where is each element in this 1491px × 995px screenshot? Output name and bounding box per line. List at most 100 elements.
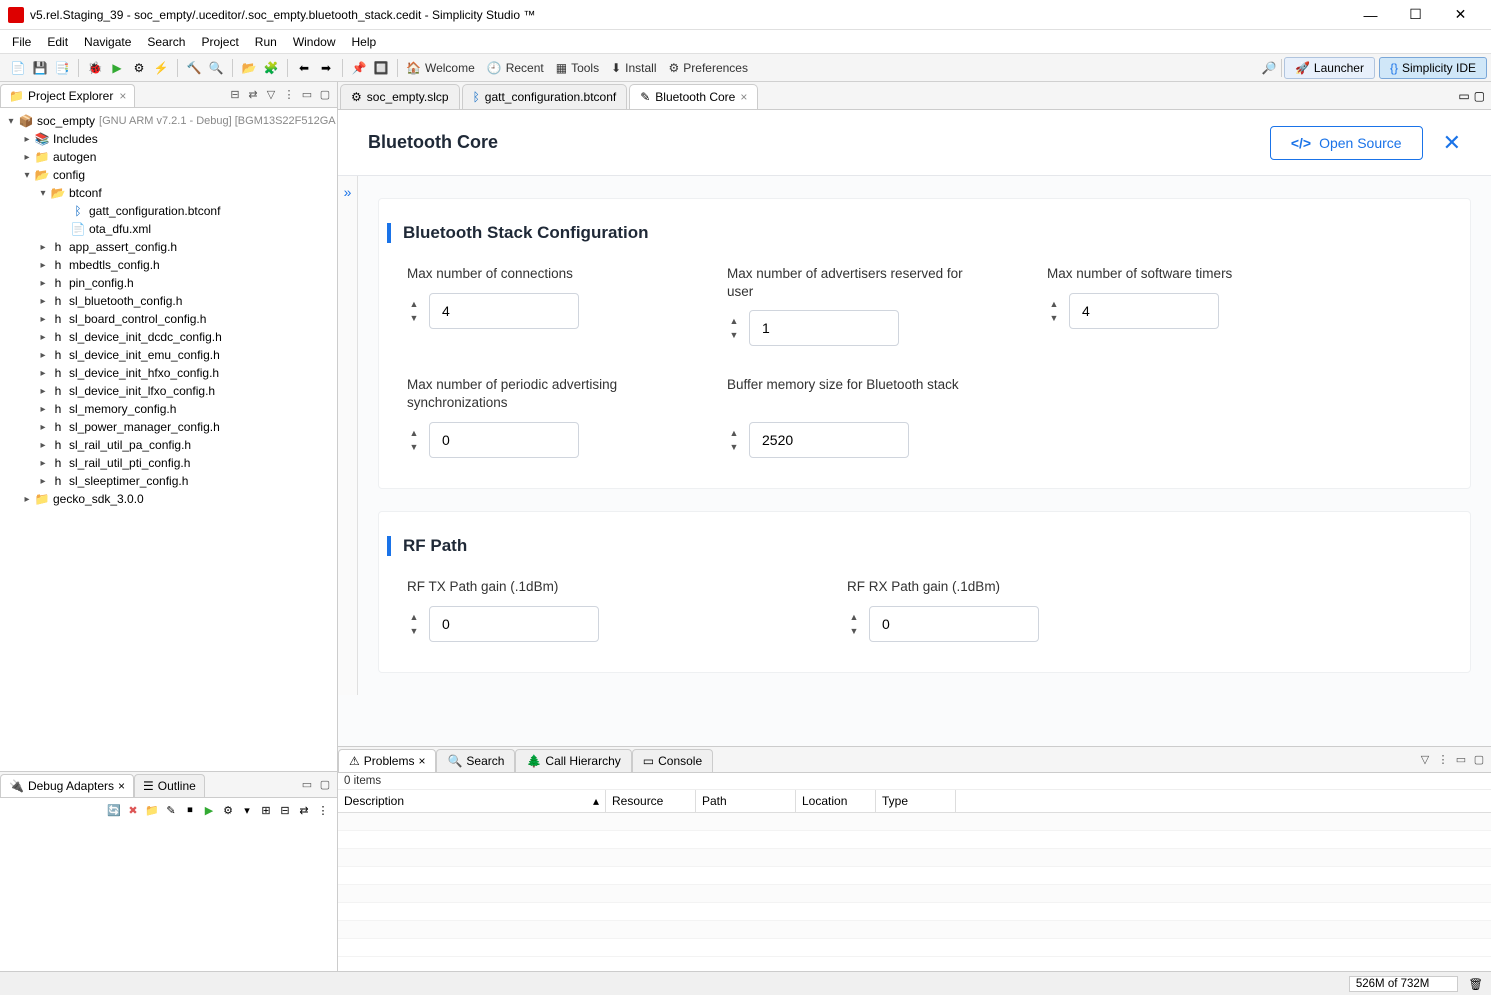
col-resource[interactable]: Resource <box>606 790 696 812</box>
edit-icon[interactable]: ✎ <box>163 802 179 818</box>
col-description[interactable]: Description ▴ <box>338 790 606 812</box>
filter-icon[interactable]: ▽ <box>263 87 279 103</box>
decrement-icon[interactable]: ▼ <box>847 624 861 638</box>
table-row[interactable] <box>338 939 1491 957</box>
quick-access-icon[interactable]: 🔎 <box>1259 58 1279 78</box>
stop-icon[interactable]: ⏹ <box>182 802 198 818</box>
max-periodic-input[interactable] <box>429 422 579 458</box>
tree-item[interactable]: sl_device_init_emu_config.h <box>69 348 220 362</box>
increment-icon[interactable]: ▲ <box>727 426 741 440</box>
table-row[interactable] <box>338 831 1491 849</box>
search-icon[interactable]: 🔍 <box>206 58 226 78</box>
debug-icon[interactable]: 🐞 <box>85 58 105 78</box>
folder-icon[interactable]: 📁 <box>144 802 160 818</box>
rf-tx-input[interactable] <box>429 606 599 642</box>
menu-search[interactable]: Search <box>139 33 193 51</box>
decrement-icon[interactable]: ▼ <box>407 311 421 325</box>
tree-item[interactable]: sl_memory_config.h <box>69 402 176 416</box>
gc-trash-icon[interactable]: 🗑 <box>1468 977 1483 991</box>
minimize-button[interactable]: — <box>1348 0 1393 30</box>
tools-link[interactable]: ▦Tools <box>550 58 605 78</box>
gear-icon[interactable]: ⚙ <box>220 802 236 818</box>
more-icon[interactable]: ⋮ <box>315 802 331 818</box>
link-editor-icon[interactable]: ⇄ <box>245 87 261 103</box>
save-icon[interactable]: 💾 <box>30 58 50 78</box>
menu-project[interactable]: Project <box>193 33 246 51</box>
table-row[interactable] <box>338 813 1491 831</box>
rf-rx-input[interactable] <box>869 606 1039 642</box>
tree-item-config[interactable]: config <box>53 168 85 182</box>
outline-tab[interactable]: ☰Outline <box>134 774 205 797</box>
close-button[interactable]: ✕ <box>1438 0 1483 30</box>
tree-item[interactable]: sl_rail_util_pti_config.h <box>69 456 190 470</box>
menu-run[interactable]: Run <box>247 33 285 51</box>
decrement-icon[interactable]: ▼ <box>727 440 741 454</box>
tree-item-btconf[interactable]: btconf <box>69 186 102 200</box>
tree-item-includes[interactable]: Includes <box>53 132 98 146</box>
tree-item[interactable]: sl_device_init_hfxo_config.h <box>69 366 219 380</box>
tree-item[interactable]: sl_device_init_dcdc_config.h <box>69 330 222 344</box>
close-editor-icon[interactable]: ✕ <box>1443 130 1461 156</box>
project-explorer-tab[interactable]: 📁 Project Explorer × <box>0 84 135 107</box>
pin-icon[interactable]: 📌 <box>349 58 369 78</box>
decrement-icon[interactable]: ▼ <box>1047 311 1061 325</box>
tree-item-root[interactable]: soc_empty <box>37 114 95 128</box>
chip-icon[interactable]: 🔲 <box>371 58 391 78</box>
link-icon[interactable]: ⇄ <box>296 802 312 818</box>
minimize-view-icon[interactable]: ▭ <box>1453 752 1469 768</box>
menu-navigate[interactable]: Navigate <box>76 33 139 51</box>
welcome-link[interactable]: 🏠Welcome <box>400 58 481 78</box>
menu-edit[interactable]: Edit <box>39 33 76 51</box>
table-row[interactable] <box>338 849 1491 867</box>
open-type-icon[interactable]: 📂 <box>239 58 259 78</box>
editor-tab-bluetooth-core[interactable]: ✎Bluetooth Core× <box>629 84 758 109</box>
col-type[interactable]: Type <box>876 790 956 812</box>
minimize-editor-icon[interactable]: ▭ <box>1458 89 1469 103</box>
table-row[interactable] <box>338 921 1491 939</box>
save-all-icon[interactable]: 📑 <box>52 58 72 78</box>
minimize-view-icon[interactable]: ▭ <box>299 87 315 103</box>
horizontal-scrollbar[interactable] <box>0 757 337 771</box>
tree-item-gatt[interactable]: gatt_configuration.btconf <box>89 204 220 218</box>
tree-item-autogen[interactable]: autogen <box>53 150 96 164</box>
max-advertisers-input[interactable] <box>749 310 899 346</box>
maximize-button[interactable]: ☐ <box>1393 0 1438 30</box>
increment-icon[interactable]: ▲ <box>407 426 421 440</box>
editor-tab-slcp[interactable]: ⚙soc_empty.slcp <box>340 84 460 109</box>
decrement-icon[interactable]: ▼ <box>727 328 741 342</box>
maximize-view-icon[interactable]: ▢ <box>317 87 333 103</box>
decrement-icon[interactable]: ▼ <box>407 624 421 638</box>
back-icon[interactable]: ⬅ <box>294 58 314 78</box>
expand-sidebar-icon[interactable]: » <box>338 176 358 695</box>
table-row[interactable] <box>338 903 1491 921</box>
play-icon[interactable]: ▶ <box>201 802 217 818</box>
table-row[interactable] <box>338 885 1491 903</box>
install-link[interactable]: ⬇Install <box>605 58 662 78</box>
collapse-icon[interactable]: ⊟ <box>277 802 293 818</box>
view-menu-icon[interactable]: ⋮ <box>281 87 297 103</box>
toggle-icon[interactable]: 🧩 <box>261 58 281 78</box>
col-path[interactable]: Path <box>696 790 796 812</box>
menu-file[interactable]: File <box>4 33 39 51</box>
tree-item-gecko[interactable]: gecko_sdk_3.0.0 <box>53 492 144 506</box>
editor-tab-gatt[interactable]: ᛒgatt_configuration.btconf <box>462 84 628 109</box>
flash-icon[interactable]: ⚡ <box>151 58 171 78</box>
debug-adapters-tab[interactable]: 🔌Debug Adapters× <box>0 774 134 797</box>
tree-item[interactable]: sl_bluetooth_config.h <box>69 294 182 308</box>
close-icon[interactable]: × <box>740 90 747 104</box>
profile-icon[interactable]: ⚙ <box>129 58 149 78</box>
increment-icon[interactable]: ▲ <box>1047 297 1061 311</box>
tree-item[interactable]: sl_sleeptimer_config.h <box>69 474 188 488</box>
menu-help[interactable]: Help <box>344 33 385 51</box>
project-tree[interactable]: ▾📦soc_empty[GNU ARM v7.2.1 - Debug] [BGM… <box>0 108 337 757</box>
minimize-view-icon[interactable]: ▭ <box>299 777 315 793</box>
decrement-icon[interactable]: ▼ <box>407 440 421 454</box>
refresh-icon[interactable]: 🔄 <box>106 802 122 818</box>
launcher-perspective[interactable]: 🚀Launcher <box>1284 57 1375 79</box>
tree-item[interactable]: mbedtls_config.h <box>69 258 160 272</box>
expand-icon[interactable]: ⊞ <box>258 802 274 818</box>
run-icon[interactable]: ▶ <box>107 58 127 78</box>
chevron-down-icon[interactable]: ▾ <box>239 802 255 818</box>
tree-item[interactable]: sl_board_control_config.h <box>69 312 206 326</box>
console-tab[interactable]: ▭Console <box>632 749 713 772</box>
